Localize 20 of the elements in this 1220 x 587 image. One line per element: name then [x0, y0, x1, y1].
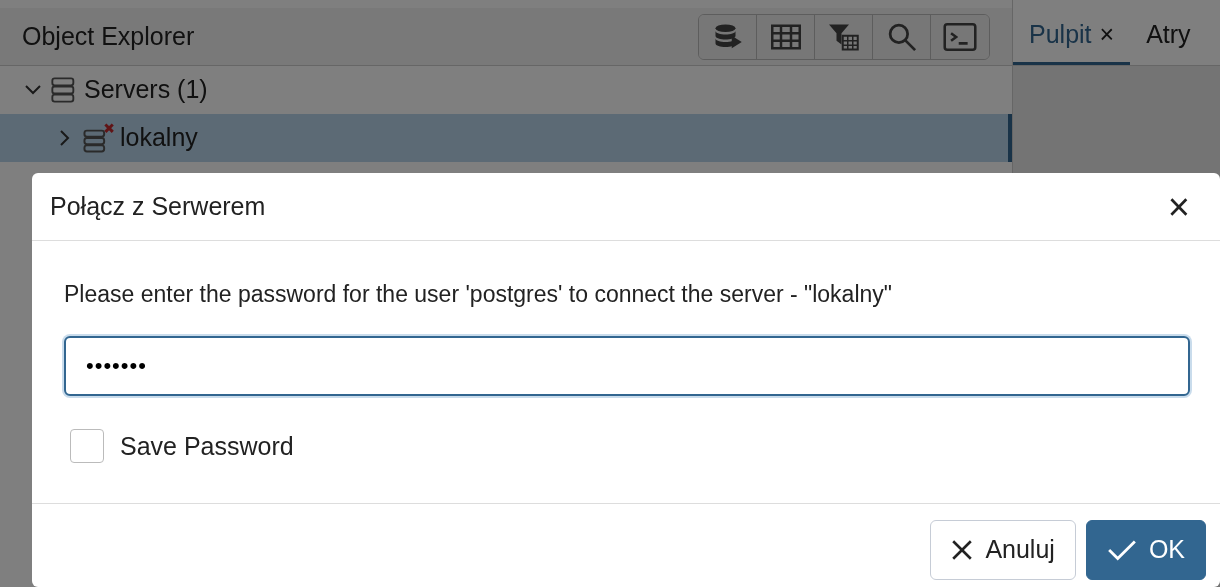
- tab-close-button[interactable]: ×: [1099, 16, 1115, 54]
- tree-label: lokalny: [120, 122, 198, 154]
- tree-item[interactable]: Servers (1): [0, 66, 1012, 114]
- dialog-title: Połącz z Serwerem: [50, 190, 266, 222]
- password-field[interactable]: •••••••: [64, 335, 1190, 396]
- tree-label: Servers (1): [84, 74, 208, 106]
- collapse-icon[interactable]: [22, 85, 44, 95]
- server-disconnected-icon: [82, 123, 114, 153]
- close-icon: [951, 539, 974, 561]
- checkbox[interactable]: [70, 429, 104, 464]
- dialog-message: Please enter the password for the user 'postgres' to connect the server - "lokalny": [64, 280, 893, 309]
- checkbox-label: Save Password: [120, 430, 294, 462]
- database-icon[interactable]: [699, 14, 757, 59]
- close-button[interactable]: ×: [1163, 187, 1194, 226]
- panel-title: Object Explorer: [22, 20, 195, 52]
- tab[interactable]: Atry: [1130, 8, 1207, 65]
- cancel-button[interactable]: Anuluj: [930, 520, 1076, 580]
- check-icon: [1106, 539, 1137, 561]
- ok-button[interactable]: OK: [1085, 520, 1206, 580]
- tree-item[interactable]: lokalny: [0, 114, 1012, 162]
